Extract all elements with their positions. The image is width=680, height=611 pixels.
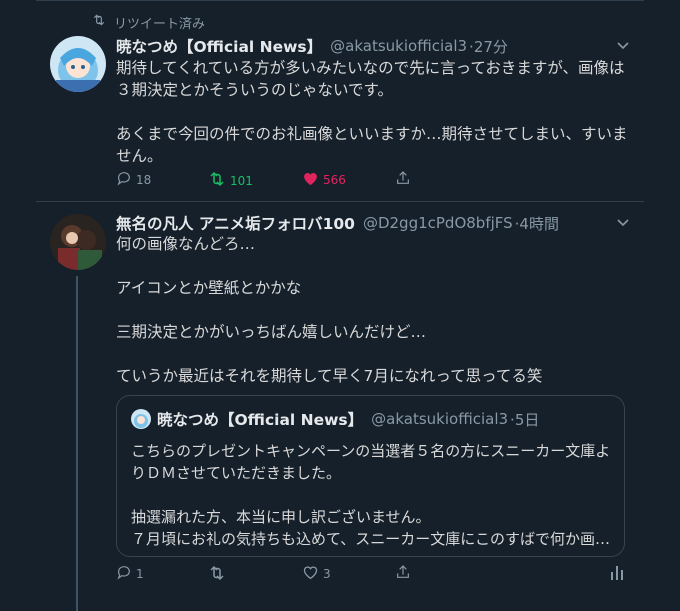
user-handle[interactable]: @akatsukiofficial3	[330, 37, 467, 55]
analytics-icon	[610, 564, 624, 583]
retweet-icon	[92, 13, 106, 31]
action-bar: 1 3	[116, 564, 626, 588]
quote-header: 暁なつめ【Official News】 @akatsukiofficial3 ·…	[131, 408, 539, 430]
reply-count: 18	[136, 172, 152, 187]
user-handle[interactable]: @D2gg1cPdO8bfjFS	[363, 214, 513, 232]
like-button[interactable]: 566	[302, 170, 346, 189]
reply-icon	[116, 564, 132, 583]
tweet-header: 無名の凡人 アニメ垢フォロバ100 @D2gg1cPdO8bfjFS ·4時間	[116, 212, 559, 234]
tweet-text: 期待してくれている方が多いみたいなので先に言っておきますが、画像は３期決定とかそ…	[116, 59, 628, 165]
quoted-tweet[interactable]: 暁なつめ【Official News】 @akatsukiofficial3 ·…	[116, 395, 625, 557]
share-button[interactable]	[395, 170, 411, 189]
timestamp[interactable]: ·27分	[469, 36, 508, 57]
quote-user-handle: @akatsukiofficial3	[371, 410, 509, 428]
quote-timestamp: ·5日	[510, 410, 540, 429]
share-icon	[395, 170, 411, 189]
reply-icon	[116, 170, 132, 189]
quote-text: こちらのプレゼントキャンペーンの当選者５名の方にスニーカー文庫よりＤＭさせていた…	[131, 442, 611, 548]
display-name[interactable]: 暁なつめ【Official News】	[116, 35, 322, 57]
retweet-button[interactable]: 101	[208, 170, 253, 191]
reply-count: 1	[136, 566, 144, 581]
quote-avatar	[131, 409, 151, 429]
tweet-2[interactable]: 無名の凡人 アニメ垢フォロバ100 @D2gg1cPdO8bfjFS ·4時間 …	[0, 202, 680, 611]
like-count: 566	[323, 172, 346, 187]
reply-button[interactable]: 1	[116, 564, 144, 583]
avatar[interactable]	[50, 214, 106, 270]
retweet-icon	[208, 564, 226, 585]
chevron-down-icon[interactable]	[615, 214, 631, 230]
tweet-text: 何の画像なんどろ… アイコンとか壁紙とかかな 三期決定とかがいっちばん嬉しいんだ…	[116, 235, 543, 385]
retweet-button[interactable]	[208, 564, 230, 585]
like-count: 3	[323, 566, 331, 581]
heart-outline-icon	[302, 564, 319, 583]
display-name[interactable]: 無名の凡人 アニメ垢フォロバ100	[116, 212, 355, 234]
chevron-down-icon[interactable]	[615, 37, 631, 53]
tweet-1[interactable]: リツイート済み 暁なつめ【Official News】 @akatsukioff…	[0, 0, 680, 200]
action-bar: 18 101 566	[116, 170, 626, 194]
heart-filled-icon	[302, 170, 319, 189]
timestamp[interactable]: ·4時間	[515, 213, 559, 234]
quote-display-name: 暁なつめ【Official News】	[157, 411, 364, 429]
tweet-header: 暁なつめ【Official News】 @akatsukiofficial3 ·…	[116, 35, 508, 57]
retweet-count: 101	[230, 173, 253, 188]
retweet-label: リツイート済み	[114, 16, 206, 32]
share-icon	[395, 564, 411, 583]
retweet-icon	[208, 170, 226, 191]
like-button[interactable]: 3	[302, 564, 331, 583]
retweet-indicator: リツイート済み	[92, 12, 205, 32]
thread-line	[76, 276, 78, 611]
analytics-button[interactable]	[610, 564, 624, 583]
share-button[interactable]	[395, 564, 411, 583]
avatar[interactable]	[50, 36, 106, 92]
reply-button[interactable]: 18	[116, 170, 151, 189]
